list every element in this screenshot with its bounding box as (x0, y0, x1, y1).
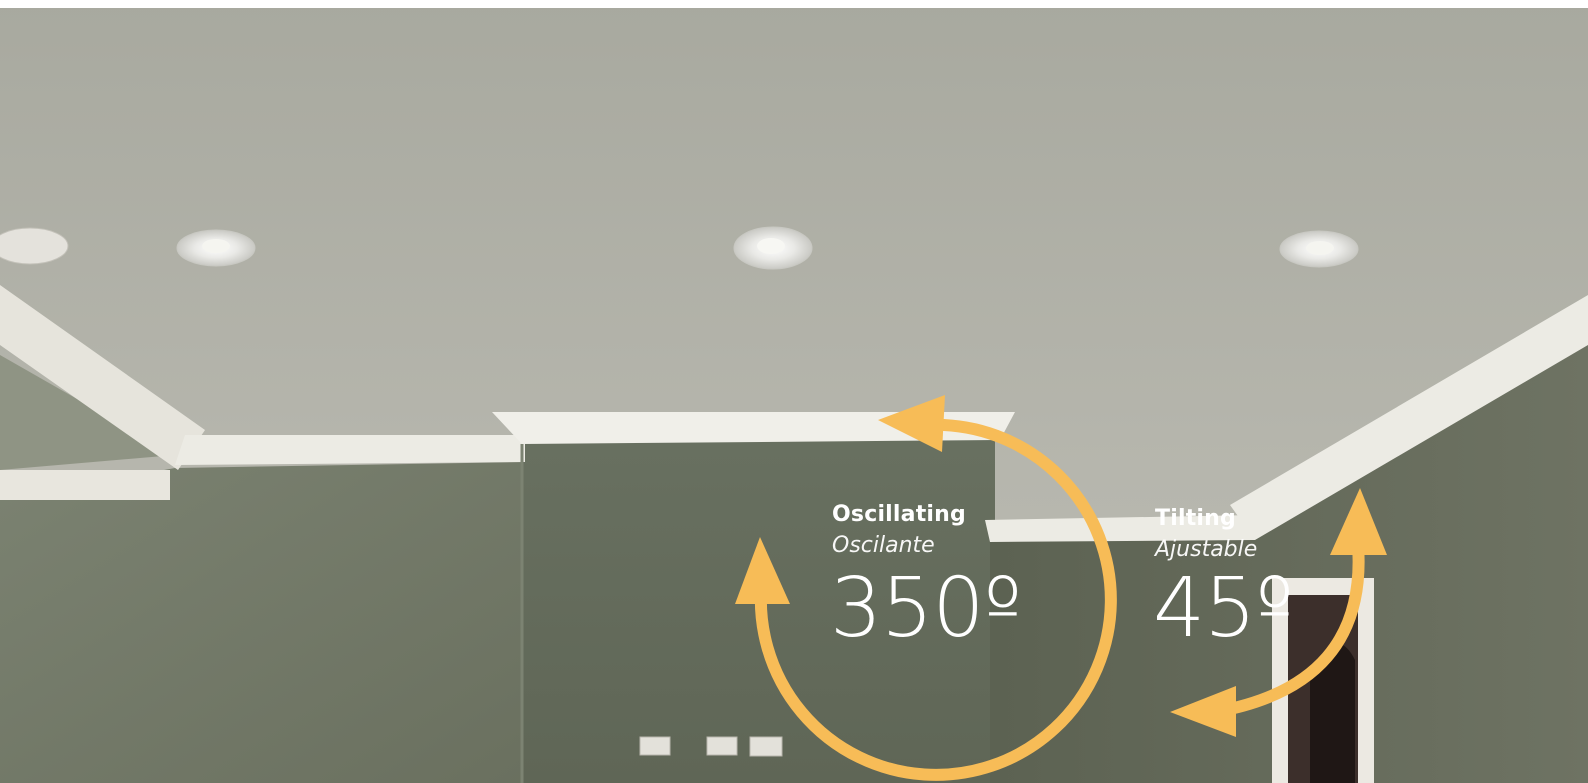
tilting-degree-value: 45º (1153, 561, 1294, 656)
crown-molding-left (0, 470, 170, 500)
recessed-light-icon (733, 226, 813, 270)
left-wall (0, 462, 525, 783)
oscillating-degree-value: 350º (830, 561, 1022, 656)
recessed-light-icon (1279, 230, 1359, 268)
top-frame-strip (0, 0, 1588, 8)
smoke-detector-icon (0, 227, 69, 265)
wall-outlet-icon (706, 736, 738, 756)
wall-outlet-icon (749, 736, 783, 757)
recessed-light-icon (176, 229, 256, 267)
oscillating-label-spanish: Oscilante (832, 533, 935, 558)
ceiling-scene (0, 0, 1588, 783)
wall-outlet-icon (639, 736, 671, 756)
oscillating-label: Oscillating (832, 502, 966, 527)
tilting-label-spanish: Ajustable (1155, 537, 1258, 562)
crown-molding-back-left (175, 435, 525, 465)
tilting-label: Tilting (1155, 506, 1236, 531)
